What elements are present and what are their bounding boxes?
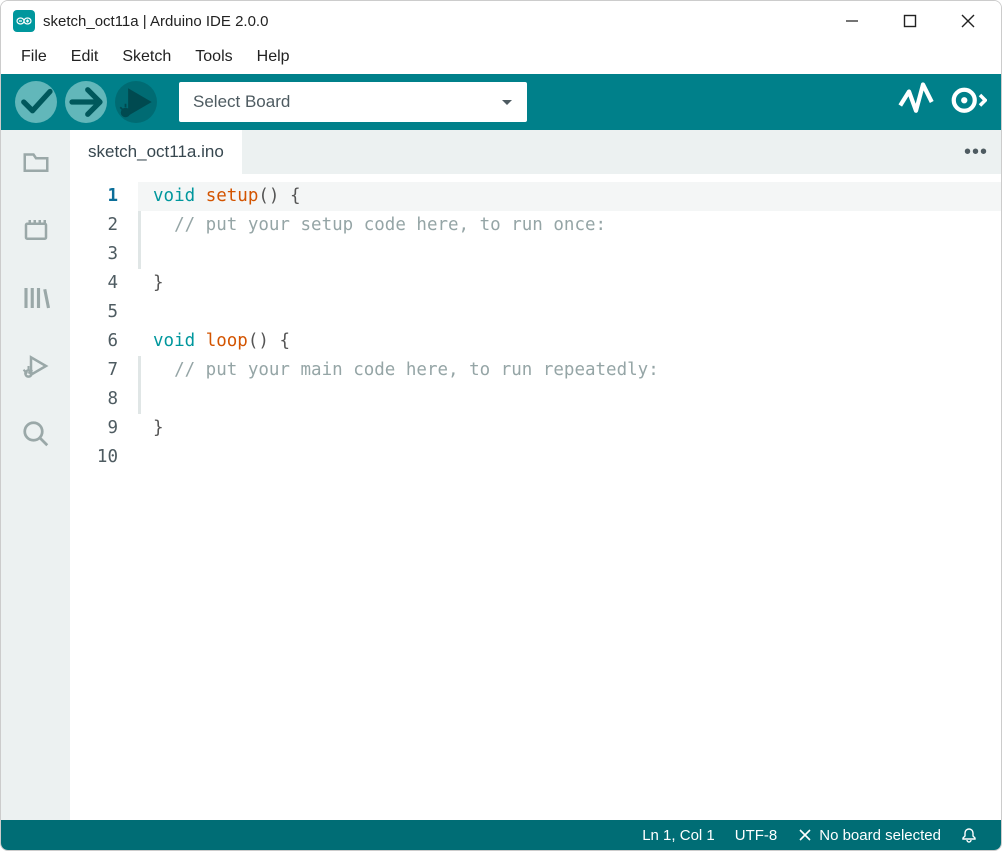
line-number: 10 xyxy=(70,443,118,472)
serial-plotter-button[interactable] xyxy=(895,81,937,123)
maximize-button[interactable] xyxy=(881,1,939,41)
toolbar: Select Board xyxy=(1,74,1001,130)
line-number: 5 xyxy=(70,298,118,327)
line-number: 6 xyxy=(70,327,118,356)
library-manager-button[interactable] xyxy=(16,278,56,318)
notifications-button[interactable] xyxy=(951,827,987,843)
minimize-button[interactable] xyxy=(823,1,881,41)
line-number: 4 xyxy=(70,269,118,298)
code-line[interactable] xyxy=(138,385,1001,414)
debug-panel-button[interactable] xyxy=(16,346,56,386)
code-line[interactable]: } xyxy=(138,269,1001,298)
window-title: sketch_oct11a | Arduino IDE 2.0.0 xyxy=(43,13,268,30)
line-number: 2 xyxy=(70,211,118,240)
debug-play-icon xyxy=(21,351,51,381)
line-gutter: 12345678910 xyxy=(70,174,138,820)
bell-icon xyxy=(961,827,977,843)
code-line[interactable] xyxy=(138,443,1001,472)
code-line[interactable]: } xyxy=(138,414,1001,443)
status-cursor[interactable]: Ln 1, Col 1 xyxy=(632,827,725,844)
x-icon xyxy=(797,827,813,843)
debug-icon xyxy=(115,81,157,123)
verify-button[interactable] xyxy=(15,81,57,123)
line-number: 9 xyxy=(70,414,118,443)
tab-label: sketch_oct11a.ino xyxy=(88,142,224,162)
folder-icon xyxy=(21,147,51,177)
app-window: sketch_oct11a | Arduino IDE 2.0.0 File E… xyxy=(0,0,1002,851)
code-line[interactable]: // put your main code here, to run repea… xyxy=(138,356,1001,385)
arduino-logo-icon xyxy=(13,10,35,32)
editor-tabs: sketch_oct11a.ino ••• xyxy=(70,130,1001,174)
board-selector-label: Select Board xyxy=(193,92,290,112)
serial-monitor-button[interactable] xyxy=(945,81,987,123)
code-line[interactable]: void setup() { xyxy=(138,182,1001,211)
minimize-icon xyxy=(845,14,859,28)
search-icon xyxy=(21,419,51,449)
boards-manager-button[interactable] xyxy=(16,210,56,250)
sketchbook-button[interactable] xyxy=(16,142,56,182)
search-button[interactable] xyxy=(16,414,56,454)
line-number: 1 xyxy=(70,182,118,211)
ellipsis-icon: ••• xyxy=(964,141,988,164)
chevron-down-icon xyxy=(501,92,513,112)
line-number: 7 xyxy=(70,356,118,385)
status-bar: Ln 1, Col 1 UTF-8 No board selected xyxy=(1,820,1001,850)
monitor-icon xyxy=(945,81,987,123)
close-icon xyxy=(961,14,975,28)
code-line[interactable] xyxy=(138,298,1001,327)
menu-sketch[interactable]: Sketch xyxy=(110,44,183,70)
close-button[interactable] xyxy=(939,1,997,41)
arrow-right-icon xyxy=(65,81,107,123)
menubar: File Edit Sketch Tools Help xyxy=(1,41,1001,74)
code-line[interactable] xyxy=(138,240,1001,269)
code-line[interactable]: // put your setup code here, to run once… xyxy=(138,211,1001,240)
menu-help[interactable]: Help xyxy=(245,44,302,70)
menu-edit[interactable]: Edit xyxy=(59,44,111,70)
line-number: 8 xyxy=(70,385,118,414)
titlebar: sketch_oct11a | Arduino IDE 2.0.0 xyxy=(1,1,1001,41)
debug-button[interactable] xyxy=(115,81,157,123)
menu-file[interactable]: File xyxy=(9,44,59,70)
code-line[interactable]: void loop() { xyxy=(138,327,1001,356)
menu-tools[interactable]: Tools xyxy=(183,44,244,70)
status-encoding[interactable]: UTF-8 xyxy=(725,827,788,844)
tab-more-button[interactable]: ••• xyxy=(951,130,1001,174)
upload-button[interactable] xyxy=(65,81,107,123)
main-area: sketch_oct11a.ino ••• 12345678910 void s… xyxy=(1,130,1001,820)
status-board[interactable]: No board selected xyxy=(787,827,951,844)
library-icon xyxy=(21,283,51,313)
plotter-icon xyxy=(895,81,937,123)
code-area[interactable]: void setup() { // put your setup code he… xyxy=(138,174,1001,820)
maximize-icon xyxy=(903,14,917,28)
board-icon xyxy=(21,215,51,245)
tab-sketch[interactable]: sketch_oct11a.ino xyxy=(70,130,243,174)
code-editor[interactable]: 12345678910 void setup() { // put your s… xyxy=(70,174,1001,820)
editor-zone: sketch_oct11a.ino ••• 12345678910 void s… xyxy=(70,130,1001,820)
board-selector[interactable]: Select Board xyxy=(179,82,527,122)
activity-bar xyxy=(1,130,70,820)
check-icon xyxy=(15,81,57,123)
line-number: 3 xyxy=(70,240,118,269)
